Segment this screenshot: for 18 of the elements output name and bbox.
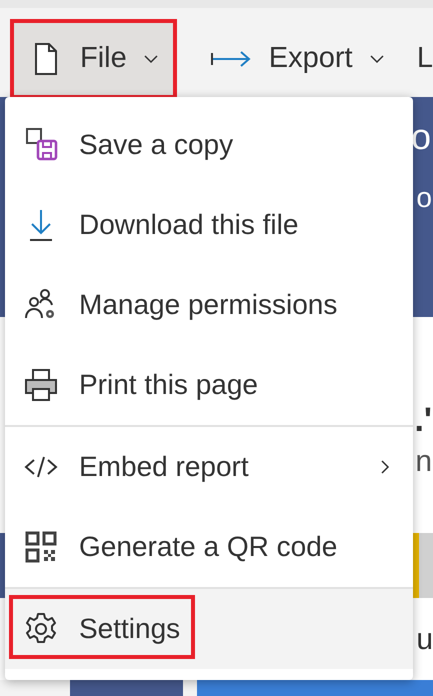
report-text: o [416,181,432,215]
menu-item[interactable]: Save a copy [5,105,413,185]
menu-item[interactable]: Download this file [5,185,413,265]
report-text: .' [414,403,432,437]
menu-item[interactable]: Settings [5,589,413,669]
report-text: n [415,447,432,477]
qr-code-icon [23,529,59,565]
printer-icon [23,367,59,403]
report-text: o [410,115,432,159]
menu-item[interactable]: Generate a QR code [5,507,413,587]
toolbar-label: L [416,40,433,76]
menu-item[interactable]: Embed report [5,427,413,507]
menu-item[interactable]: Print this page [5,345,413,425]
export-menu-button[interactable]: Export [190,18,403,98]
file-menu-button[interactable]: File [10,18,177,98]
save-icon [23,127,59,163]
menu-item[interactable]: Manage permissions [5,265,413,345]
report-text: u [416,622,433,658]
